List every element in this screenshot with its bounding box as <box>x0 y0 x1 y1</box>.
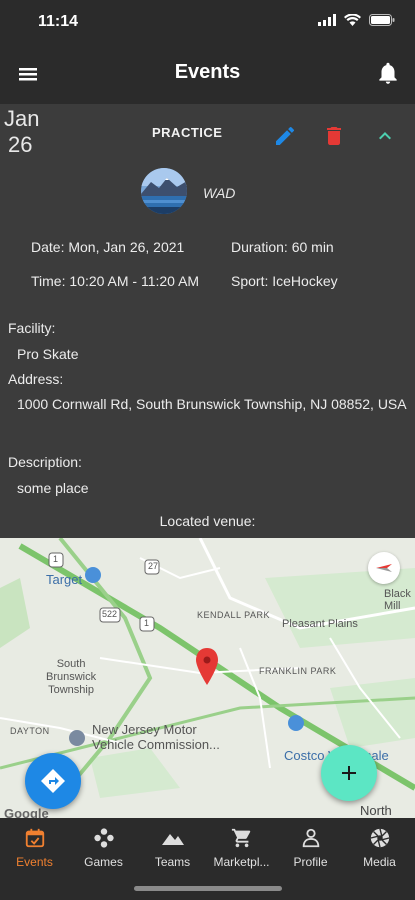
collapse-button[interactable] <box>373 124 397 148</box>
map-label-kendall-park: KENDALL PARK <box>197 610 271 620</box>
team-name: WAD <box>203 185 236 201</box>
edit-button[interactable] <box>273 124 297 148</box>
map-label-north: North <box>360 803 392 818</box>
tab-teams[interactable]: Teams <box>138 826 207 869</box>
plus-icon <box>342 766 356 780</box>
event-time: Time: 10:20 AM - 11:20 AM <box>31 273 200 289</box>
tab-label-teams: Teams <box>154 855 191 869</box>
tab-games[interactable]: Games <box>69 826 138 869</box>
bell-icon <box>379 62 397 84</box>
wifi-icon <box>344 14 361 26</box>
map-route-522: 522 <box>102 609 118 619</box>
map-route-1b: 1 <box>144 618 150 628</box>
facility-value: Pro Skate <box>17 346 79 362</box>
battery-icon <box>369 14 395 26</box>
tab-media[interactable]: Media <box>345 826 414 869</box>
mountain-lake-image <box>141 168 187 214</box>
map-label-franklin-park: FRANKLIN PARK <box>259 666 337 676</box>
calendar-icon <box>25 828 44 848</box>
tab-label-marketplace: Marketpl... <box>213 855 270 869</box>
person-icon <box>302 828 319 848</box>
signal-icon <box>318 14 336 26</box>
map-label-black-mill: Black Mill <box>384 588 411 612</box>
map-label-pleasant-plains: Pleasant Plains <box>282 618 358 630</box>
team-avatar <box>141 168 187 214</box>
home-indicator <box>134 886 282 891</box>
tab-label-profile: Profile <box>293 855 328 869</box>
address-value: 1000 Cornwall Rd, South Brunswick Townsh… <box>17 396 407 412</box>
description-label: Description: <box>8 454 82 470</box>
aperture-icon <box>370 828 389 848</box>
map-label-dayton: DAYTON <box>10 726 50 736</box>
status-bar: 11:14 <box>0 0 415 44</box>
page-title: Events <box>174 61 241 83</box>
event-sport: Sport: IceHockey <box>231 273 338 289</box>
tab-label-games: Games <box>84 855 123 869</box>
status-time: 11:14 <box>38 13 79 30</box>
event-type: PRACTICE <box>152 125 223 140</box>
event-month: Jan <box>4 106 40 131</box>
tab-label-media: Media <box>363 855 396 869</box>
chevron-up-icon <box>379 132 391 140</box>
tab-label-events: Events <box>16 855 53 869</box>
mountains-icon <box>161 834 184 845</box>
tab-profile[interactable]: Profile <box>276 826 345 869</box>
directions-button[interactable] <box>25 753 81 809</box>
pencil-icon <box>276 126 295 145</box>
description-value: some place <box>17 480 89 496</box>
notifications-button[interactable] <box>375 60 401 86</box>
event-day: 26 <box>8 132 33 157</box>
map-label-njmvc: New Jersey Motor Vehicle Commission... <box>92 722 220 752</box>
compass-button[interactable] <box>368 552 400 584</box>
map-label-south-brunswick: South Brunswick Township <box>46 658 97 696</box>
event-date: Date: Mon, Jan 26, 2021 <box>31 239 185 255</box>
tab-events[interactable]: Events <box>0 826 69 869</box>
status-icons <box>318 14 395 26</box>
tab-marketplace[interactable]: Marketpl... <box>207 826 276 869</box>
delete-button[interactable] <box>322 124 346 148</box>
trash-icon <box>327 127 341 145</box>
cart-icon <box>231 828 250 848</box>
games-icon <box>93 828 114 848</box>
facility-label: Facility: <box>8 320 56 336</box>
venue-label: Located venue: <box>159 513 256 529</box>
event-duration: Duration: 60 min <box>231 239 334 255</box>
app-bar: Events <box>0 44 415 104</box>
compass-icon <box>376 564 392 572</box>
address-label: Address: <box>8 371 64 387</box>
add-event-button[interactable] <box>321 745 377 801</box>
map-route-27: 27 <box>148 561 159 571</box>
directions-icon <box>41 769 65 793</box>
map-route-1: 1 <box>53 554 59 564</box>
event-card: Jan 26 PRACTICE WAD Date: Mon, Jan 26, 2… <box>0 104 415 538</box>
map-label-target: Target <box>46 572 83 587</box>
